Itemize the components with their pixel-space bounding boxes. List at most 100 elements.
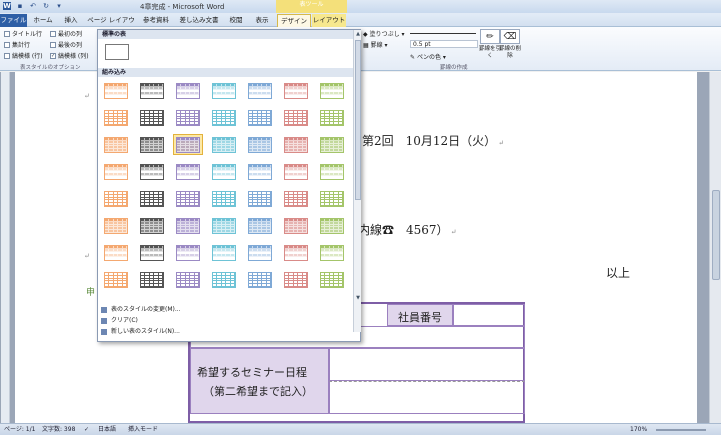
pen-color-button[interactable]: ✎ ペンの色 ▾ xyxy=(410,52,446,61)
table-style-option[interactable] xyxy=(173,188,203,209)
tab-references[interactable]: 参考資料 xyxy=(138,14,174,27)
scroll-down-icon[interactable]: ▼ xyxy=(354,294,362,302)
word-app-icon[interactable]: W xyxy=(3,2,11,10)
insert-mode-indicator[interactable]: 挿入モード xyxy=(128,424,158,435)
option-first-column[interactable]: 最初の列 xyxy=(50,29,82,38)
table-style-option[interactable] xyxy=(245,188,275,209)
table-style-option[interactable] xyxy=(137,107,167,128)
checkbox-unchecked-icon[interactable] xyxy=(50,41,56,48)
table-style-option[interactable] xyxy=(317,242,347,263)
tab-home[interactable]: ホーム xyxy=(29,14,57,27)
table-cell-employee-no-label[interactable]: 社員番号 xyxy=(387,304,453,326)
table-style-option[interactable] xyxy=(209,188,239,209)
table-style-option[interactable] xyxy=(281,134,311,155)
table-style-option[interactable] xyxy=(101,242,131,263)
tab-file[interactable]: ファイル xyxy=(0,14,27,27)
borders-button[interactable]: ▦ 罫線 ▾ xyxy=(363,40,388,49)
table-styles-gallery[interactable]: 標準の表 組み込み ▲ ▼ 表のスタイルの変更(M)... クリア(C) 新しい… xyxy=(97,29,361,342)
table-style-option[interactable] xyxy=(101,161,131,182)
table-style-option[interactable] xyxy=(281,242,311,263)
table-style-option[interactable] xyxy=(281,269,311,290)
table-style-option[interactable] xyxy=(173,215,203,236)
language-indicator[interactable]: 日本語 xyxy=(98,424,116,435)
line-style-selector[interactable] xyxy=(410,33,476,34)
option-header-row[interactable]: タイトル行 xyxy=(4,29,42,38)
table-style-option[interactable] xyxy=(209,242,239,263)
option-banded-columns[interactable]: ✓ 縞模様 (列) xyxy=(50,51,89,60)
gallery-scrollbar[interactable]: ▲ ▼ xyxy=(353,30,361,332)
tab-page-layout[interactable]: ページ レイアウト xyxy=(86,14,136,37)
table-style-option[interactable] xyxy=(209,269,239,290)
proofing-icon[interactable]: ✓ xyxy=(84,424,89,435)
table-style-option[interactable] xyxy=(317,161,347,182)
checkbox-unchecked-icon[interactable] xyxy=(4,52,10,59)
table-cell-employee-no-value[interactable] xyxy=(453,304,525,326)
table-style-option[interactable] xyxy=(137,242,167,263)
customize-qat-icon[interactable]: ▾ xyxy=(55,2,63,10)
checkbox-unchecked-icon[interactable] xyxy=(4,41,10,48)
checkbox-unchecked-icon[interactable] xyxy=(50,30,56,37)
table-style-option[interactable] xyxy=(245,242,275,263)
save-icon[interactable]: ▪ xyxy=(16,2,24,10)
table-style-option[interactable] xyxy=(317,215,347,236)
table-style-option[interactable] xyxy=(209,80,239,101)
tab-design[interactable]: デザイン xyxy=(277,14,311,27)
table-style-option[interactable] xyxy=(281,161,311,182)
table-style-option[interactable] xyxy=(101,188,131,209)
table-style-option[interactable] xyxy=(209,215,239,236)
table-style-option[interactable] xyxy=(317,188,347,209)
table-style-option[interactable] xyxy=(245,161,275,182)
option-last-column[interactable]: 最後の列 xyxy=(50,40,82,49)
table-style-option[interactable] xyxy=(137,80,167,101)
modify-style-menu-item[interactable]: 表のスタイルの変更(M)... xyxy=(101,306,181,314)
table-style-option[interactable] xyxy=(245,215,275,236)
tab-view[interactable]: 表示 xyxy=(250,14,274,27)
table-style-option[interactable] xyxy=(209,107,239,128)
tab-insert[interactable]: 挿入 xyxy=(58,14,84,27)
table-style-option[interactable] xyxy=(317,269,347,290)
table-style-option[interactable] xyxy=(281,188,311,209)
table-style-option[interactable] xyxy=(137,215,167,236)
scrollbar-thumb[interactable] xyxy=(712,190,720,280)
checkbox-unchecked-icon[interactable] xyxy=(4,30,10,37)
table-style-option[interactable] xyxy=(173,107,203,128)
table-style-option[interactable] xyxy=(137,269,167,290)
redo-icon[interactable]: ↻ xyxy=(42,2,50,10)
table-cell-first-choice[interactable] xyxy=(329,348,525,381)
table-style-option[interactable] xyxy=(245,134,275,155)
pen-weight-select[interactable]: 0.5 pt xyxy=(410,40,478,48)
scroll-up-icon[interactable]: ▲ xyxy=(354,30,362,38)
table-style-option[interactable] xyxy=(281,215,311,236)
table-style-option[interactable] xyxy=(137,188,167,209)
tab-mailings[interactable]: 差し込み文書 xyxy=(176,14,222,27)
table-style-option[interactable] xyxy=(101,134,131,155)
table-style-option[interactable] xyxy=(173,242,203,263)
table-style-option[interactable] xyxy=(101,269,131,290)
zoom-slider[interactable] xyxy=(656,429,706,431)
draw-table-button[interactable]: ✏ xyxy=(480,29,500,44)
table-style-option[interactable] xyxy=(317,80,347,101)
table-style-option[interactable] xyxy=(137,161,167,182)
table-style-option[interactable] xyxy=(137,134,167,155)
table-style-option[interactable] xyxy=(317,107,347,128)
table-style-option[interactable] xyxy=(173,161,203,182)
table-style-option[interactable] xyxy=(281,80,311,101)
checkbox-checked-icon[interactable]: ✓ xyxy=(50,52,56,59)
vertical-scrollbar[interactable] xyxy=(709,72,721,423)
page-count[interactable]: ページ: 1/1 xyxy=(4,424,35,435)
table-style-option[interactable] xyxy=(101,107,131,128)
new-style-menu-item[interactable]: 新しい表のスタイル(N)... xyxy=(101,328,180,336)
eraser-button[interactable]: ⌫ xyxy=(500,29,520,44)
table-style-option[interactable] xyxy=(209,161,239,182)
undo-icon[interactable]: ↶ xyxy=(29,2,37,10)
tab-layout[interactable]: レイアウト xyxy=(312,14,346,27)
table-style-option[interactable] xyxy=(173,269,203,290)
shading-button[interactable]: ◆ 塗りつぶし ▾ xyxy=(363,29,405,38)
option-banded-rows[interactable]: 縞模様 (行) xyxy=(4,51,43,60)
table-cell-seminar-label[interactable]: 希望するセミナー日程 （第二希望まで記入） xyxy=(190,348,329,414)
table-style-option[interactable] xyxy=(245,269,275,290)
word-count[interactable]: 文字数: 398 xyxy=(42,424,75,435)
table-style-option[interactable] xyxy=(281,107,311,128)
table-style-option[interactable] xyxy=(101,80,131,101)
clear-menu-item[interactable]: クリア(C) xyxy=(101,317,138,325)
